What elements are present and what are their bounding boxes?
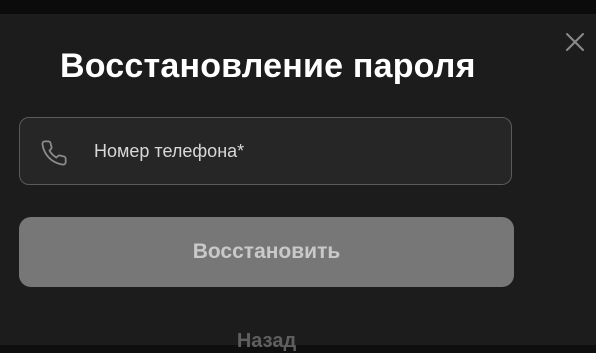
phone-field[interactable] — [19, 117, 512, 185]
page-backdrop — [0, 0, 596, 14]
dialog-title: Восстановление пароля — [60, 47, 476, 85]
password-recovery-dialog: Восстановление пароля Восстановить Назад — [0, 14, 596, 352]
restore-button[interactable]: Восстановить — [19, 217, 514, 287]
back-link[interactable]: Назад — [0, 330, 533, 353]
phone-icon — [40, 139, 68, 167]
phone-input[interactable] — [94, 118, 494, 184]
close-icon[interactable] — [564, 31, 586, 53]
